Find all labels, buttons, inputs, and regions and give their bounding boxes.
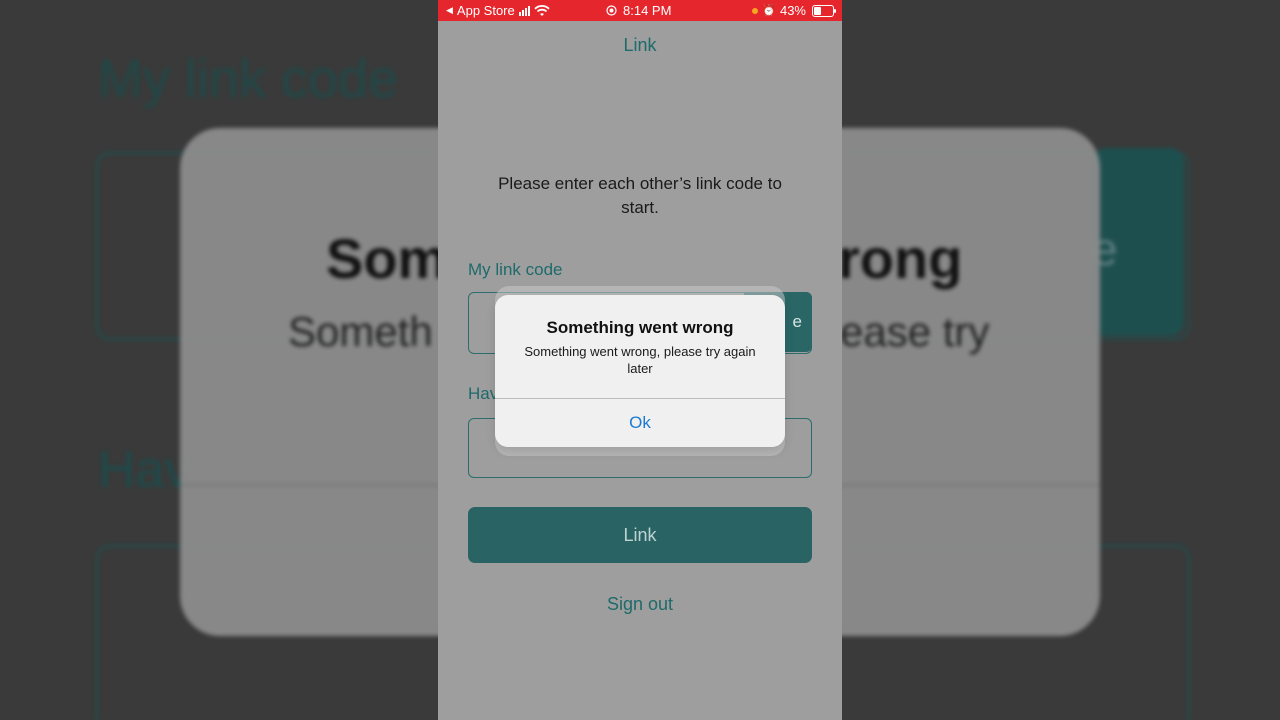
wifi-icon <box>534 4 550 16</box>
status-center: 8:14 PM <box>606 3 671 18</box>
status-left[interactable]: ◀ App Store <box>446 3 550 18</box>
their-link-code-label: Hav <box>468 384 499 403</box>
status-right: ⏰ 43% <box>752 3 836 18</box>
link-button[interactable]: Link <box>468 507 812 563</box>
nav-title: Link <box>623 35 657 55</box>
alert-ok-button[interactable]: Ok <box>495 399 785 447</box>
back-arrow-icon: ◀ <box>446 5 453 15</box>
mic-indicator-icon <box>752 7 759 14</box>
battery-percent: 43% <box>779 3 806 18</box>
back-app-label: App Store <box>456 3 515 18</box>
cellular-signal-icon <box>518 5 530 16</box>
alert-message: Something went wrong, please try again l… <box>524 344 756 376</box>
instruction-text: Please enter each other’s link code to s… <box>498 174 782 217</box>
backdrop-hav: Hav <box>98 441 191 499</box>
screen-record-icon <box>606 5 617 16</box>
battery-icon <box>812 4 836 17</box>
sign-out-link[interactable]: Sign out <box>438 594 842 615</box>
error-alert-dialog: Something went wrong Something went wron… <box>495 295 785 447</box>
backdrop-card-sub-left: Someth <box>288 308 433 355</box>
clock: 8:14 PM <box>623 3 672 18</box>
my-link-code-label: My link code <box>468 260 563 279</box>
backdrop-card-sub-right: ease try <box>840 308 990 355</box>
status-bar: ◀ App Store 8:14 PM ⏰ 43% <box>438 0 842 21</box>
alert-title: Something went wrong <box>546 318 734 337</box>
backdrop-card-title-left: Som <box>326 227 448 290</box>
alarm-icon: ⏰ <box>762 5 776 17</box>
backdrop-title: My link code <box>98 49 399 109</box>
backdrop-card-title-right: rong <box>838 227 963 290</box>
